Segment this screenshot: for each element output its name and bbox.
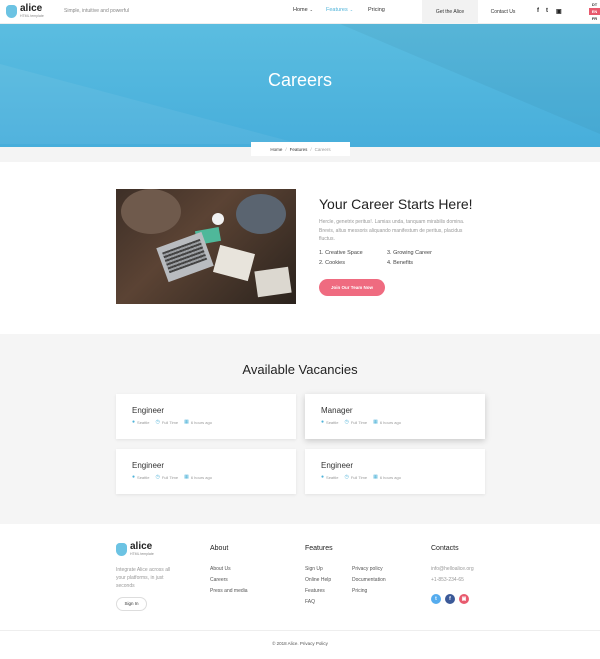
location-pin-icon: ●	[321, 474, 325, 480]
calendar-icon: ▦	[373, 474, 378, 480]
footer-link[interactable]: FAQ	[305, 599, 315, 605]
lang-en[interactable]: EN	[589, 8, 600, 15]
breadcrumb-current: Careers	[314, 147, 331, 152]
footer-link[interactable]: Pricing	[352, 588, 367, 594]
location-pin-icon: ●	[132, 474, 136, 480]
chevron-down-icon: ⌄	[349, 7, 354, 12]
clock-icon: ◷	[155, 474, 160, 480]
logo-name: alice	[130, 541, 153, 552]
vacancy-title: Engineer	[132, 406, 165, 415]
vacancy-title: Engineer	[321, 461, 354, 470]
logo-subtitle: HTML template	[130, 552, 154, 556]
instagram-icon[interactable]: ▣	[459, 594, 469, 604]
logo-icon	[116, 542, 127, 556]
logo-icon	[6, 4, 17, 18]
nav-home[interactable]: Home ⌄	[293, 7, 313, 13]
career-heading: Your Career Starts Here!	[319, 196, 473, 212]
vacancy-card[interactable]: Engineer ● Seattle ◷ Full Time ▦ 6 hours ag…	[305, 449, 485, 494]
footer-link[interactable]: Careers	[210, 577, 228, 583]
site-header: alice HTML template Simple, intuitive an…	[0, 0, 600, 24]
benefit-item: 1. Creative Space	[319, 250, 363, 256]
clock-icon: ◷	[155, 419, 160, 425]
footer-link[interactable]: Press and media	[210, 588, 248, 594]
location-pin-icon: ●	[321, 419, 325, 425]
clock-icon: ◷	[344, 474, 349, 480]
lang-dt[interactable]: DT	[589, 1, 600, 8]
location-pin-icon: ●	[132, 419, 136, 425]
vacancy-title: Manager	[321, 406, 353, 415]
logo[interactable]: alice HTML template	[6, 4, 44, 19]
team-photo	[116, 189, 296, 304]
nav-features[interactable]: Features ⌄	[326, 7, 353, 13]
chevron-down-icon: ⌄	[309, 7, 314, 12]
twitter-icon[interactable]: t	[431, 594, 441, 604]
vacancy-card[interactable]: Engineer ● Seattle ◷ Full Time ▦ 6 hours ag…	[116, 394, 296, 439]
vacancy-card[interactable]: Manager ● Seattle ◷ Full Time ▦ 6 hours ago	[305, 394, 485, 439]
facebook-icon[interactable]: f	[537, 8, 539, 14]
footer-link[interactable]: Documentation	[352, 577, 386, 583]
footer-description: Integrate Alice across all your platform…	[116, 567, 171, 589]
vacancy-card[interactable]: Engineer ● Seattle ◷ Full Time ▦ 6 hours ag…	[116, 449, 296, 494]
calendar-icon: ▦	[373, 419, 378, 425]
footer-link[interactable]: Sign Up	[305, 566, 323, 572]
hero-banner: Careers	[0, 24, 600, 147]
clock-icon: ◷	[344, 419, 349, 425]
footer-link[interactable]: About Us	[210, 566, 231, 572]
breadcrumb-home[interactable]: Home	[270, 147, 282, 152]
contact-us-button[interactable]: Contact Us	[478, 0, 528, 24]
footer-link[interactable]: Features	[305, 588, 325, 594]
breadcrumb-features[interactable]: Features	[290, 147, 308, 152]
tagline: Simple, intuitive and powerful	[64, 8, 130, 14]
benefit-item: 4. Benefits	[387, 260, 413, 266]
footer-contacts-heading: Contacts	[431, 545, 459, 552]
language-switcher[interactable]: DT EN FR	[589, 1, 600, 22]
nav-pricing[interactable]: Pricing	[368, 7, 385, 13]
footer-logo[interactable]: alice HTML template	[116, 542, 154, 557]
page-title: Careers	[267, 70, 333, 90]
lang-fr[interactable]: FR	[589, 15, 600, 22]
footer-email[interactable]: info@helloalice.org	[431, 566, 474, 572]
footer-phone: +1-853-234-65	[431, 577, 464, 583]
logo-name: alice	[20, 3, 43, 14]
facebook-icon[interactable]: f	[445, 594, 455, 604]
twitter-icon[interactable]: t	[546, 8, 548, 14]
benefit-item: 2. Cookies	[319, 260, 345, 266]
logo-subtitle: HTML template	[20, 14, 44, 18]
calendar-icon: ▦	[184, 419, 189, 425]
vacancy-title: Engineer	[132, 461, 165, 470]
join-team-button[interactable]: Join Our Team Now	[319, 279, 385, 296]
calendar-icon: ▦	[184, 474, 189, 480]
breadcrumb: Home / Features / Careers	[251, 142, 350, 156]
benefit-item: 3. Growing Career	[387, 250, 432, 256]
get-alice-button[interactable]: Get the Alice	[422, 0, 478, 24]
footer-features-heading: Features	[305, 545, 333, 552]
career-description: Hercle, genetrix peritus!. Lamias unda, …	[319, 219, 465, 242]
footer-link[interactable]: Privacy policy	[352, 566, 383, 572]
footer-about-heading: About	[210, 545, 229, 552]
vacancies-heading: Available Vacancies	[242, 362, 358, 377]
footer-link[interactable]: Online Help	[305, 577, 331, 583]
copyright: © 2018 Alice. Privacy Policy	[272, 641, 328, 646]
sign-in-button[interactable]: Sign In	[116, 597, 147, 611]
instagram-icon[interactable]: ▣	[556, 8, 562, 15]
